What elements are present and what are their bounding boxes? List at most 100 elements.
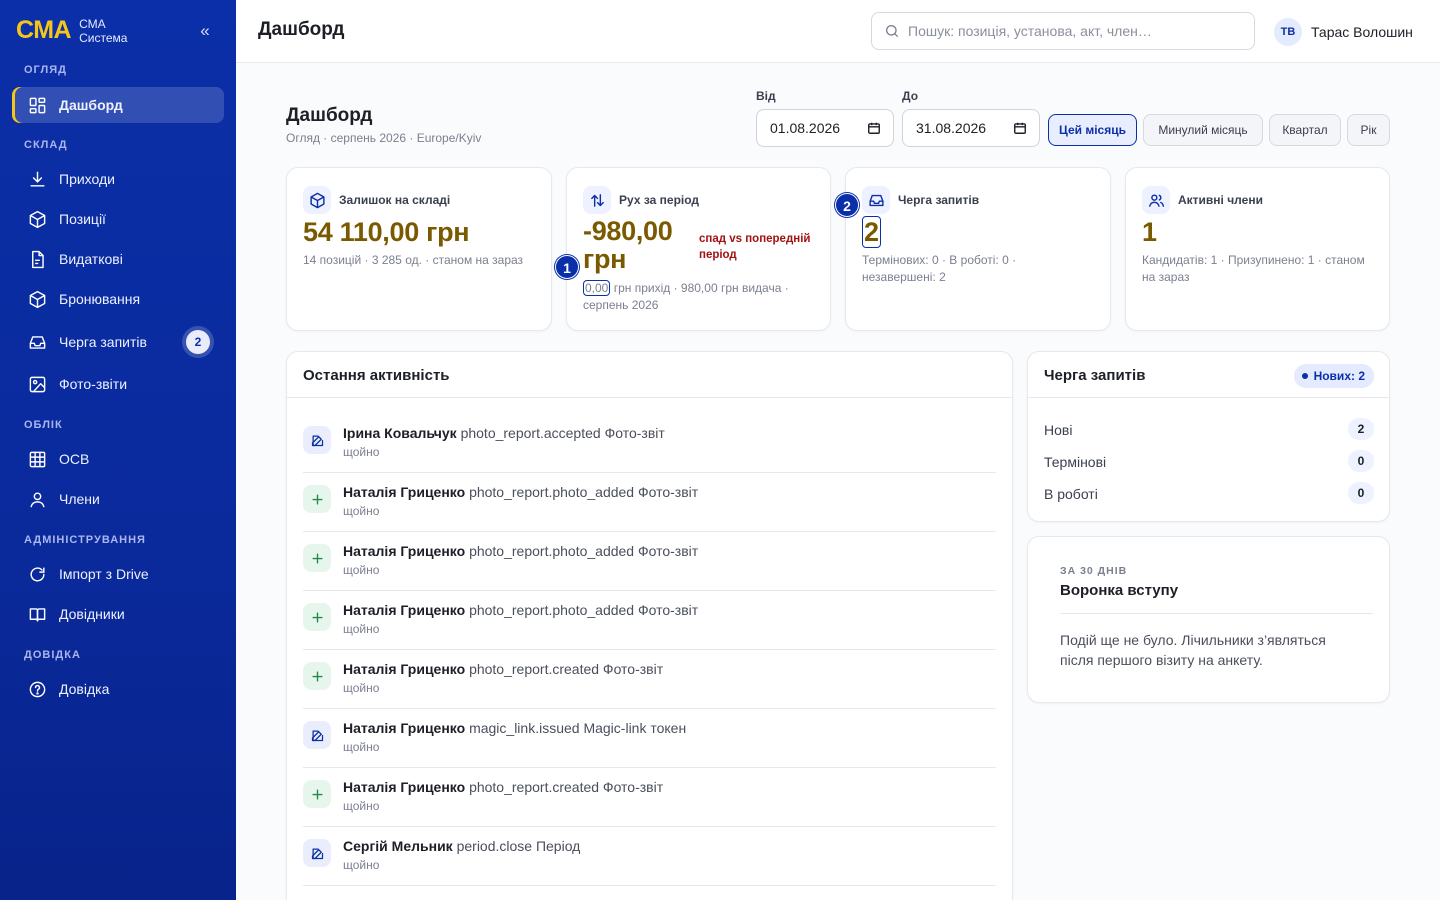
- sidebar-item-expenses[interactable]: Видаткові: [12, 241, 224, 277]
- plus-icon[interactable]: [303, 485, 331, 513]
- activity-text: Наталія Гриценко photo_report.created Фо…: [343, 779, 663, 795]
- activity-row[interactable]: Наталія Гриценко photo_report.created Фо…: [303, 768, 996, 827]
- card-kicker: ЗА 30 ДНІВ: [1060, 565, 1128, 577]
- to-date-input[interactable]: 31.08.2026: [902, 109, 1040, 147]
- dashboard-icon: [29, 97, 46, 113]
- sidebar-item-label: Позиції: [59, 211, 106, 227]
- avatar: ТВ: [1274, 18, 1302, 46]
- highlighted-value: 2: [862, 216, 881, 248]
- activity-action: photo_report.photo_added Фото-звіт: [469, 602, 699, 618]
- kpi-value: 1: [1142, 217, 1157, 247]
- from-label: Від: [756, 89, 776, 103]
- divider: [1028, 397, 1390, 398]
- activity-row[interactable]: Наталія Гриценко magic_link.issued Magic…: [303, 709, 996, 768]
- edit-icon[interactable]: [303, 721, 331, 749]
- period-quarter-button[interactable]: Квартал: [1269, 114, 1341, 146]
- plus-icon[interactable]: [303, 544, 331, 572]
- kpi-value: -980,00 грн: [583, 216, 673, 274]
- activity-row[interactable]: Ірина Ковальчук photo_report.accepted Фо…: [303, 414, 996, 473]
- edit-icon[interactable]: [303, 426, 331, 454]
- annotation-marker-1: 1: [555, 255, 579, 279]
- activity-user: Наталія Гриценко: [343, 602, 466, 618]
- sidebar-item-positions[interactable]: Позиції: [12, 201, 224, 237]
- highlighted-value: 0,00: [583, 280, 611, 296]
- queue-row-urgent[interactable]: Термінові 0: [1044, 450, 1374, 474]
- sidebar-item-label: Черга запитів: [59, 334, 147, 350]
- sidebar-item-label: Довідники: [59, 606, 125, 622]
- brand[interactable]: СМА СМА Система: [16, 16, 127, 45]
- document-icon: [32, 250, 44, 268]
- activity-row[interactable]: Сергій Мельник period.close Період щойно: [303, 827, 996, 886]
- section-label-help: ДОВІДКА: [24, 649, 81, 661]
- sidebar-item-label: Імпорт з Drive: [59, 566, 149, 582]
- sidebar-item-label: Дашборд: [59, 97, 123, 113]
- period-this-month-button[interactable]: Цей місяць: [1048, 114, 1137, 146]
- sidebar-item-label: Довідка: [59, 681, 110, 697]
- activity-row[interactable]: Наталія Гриценко photo_report.photo_adde…: [303, 473, 996, 532]
- empty-state-text: Подій ще не було. Лічильники з’являться …: [1060, 632, 1326, 668]
- kpi-label: Рух за період: [619, 193, 700, 207]
- new-requests-badge[interactable]: Нових: 2: [1293, 364, 1374, 388]
- sidebar-item-receipts[interactable]: Приходи: [12, 161, 224, 197]
- activity-user: Наталія Гриценко: [343, 484, 466, 500]
- section-label-warehouse: СКЛАД: [24, 139, 68, 151]
- collapse-sidebar-button[interactable]: «: [196, 22, 214, 42]
- search-icon: [886, 25, 898, 37]
- topbar: Дашборд ТВ Тарас Волошин: [236, 0, 1440, 63]
- queue-row-in-progress[interactable]: В роботі 0: [1044, 482, 1374, 506]
- kpi-card-request-queue[interactable]: Черга запитів 2 Термінових: 0 · В роботі…: [845, 167, 1111, 331]
- activity-text: Наталія Гриценко photo_report.created Фо…: [343, 661, 663, 677]
- sidebar-item-drive-import[interactable]: Імпорт з Drive: [12, 556, 224, 592]
- section-label-accounting: ОБЛІК: [24, 419, 63, 431]
- from-date-input[interactable]: 01.08.2026: [756, 109, 894, 147]
- kpi-subtext: 0,00 грн прихід · 980,00 грн видача · се…: [583, 280, 789, 312]
- plus-icon[interactable]: [303, 603, 331, 631]
- user-name: Тарас Волошин: [1311, 24, 1413, 40]
- activity-row[interactable]: Наталія Гриценко photo_report.photo_adde…: [303, 532, 996, 591]
- activity-time: щойно: [343, 799, 380, 813]
- card-title: Воронка вступу: [1060, 582, 1179, 599]
- activity-text: Сергій Мельник period.close Період: [343, 838, 580, 854]
- plus-icon[interactable]: [303, 662, 331, 690]
- kpi-card-movement[interactable]: Рух за період -980,00 грн спад vs попере…: [566, 167, 831, 331]
- edit-icon[interactable]: [303, 839, 331, 867]
- activity-row[interactable]: Наталія Гриценко photo_report.photo_adde…: [303, 591, 996, 650]
- sidebar-item-photo-reports[interactable]: Фото-звіти: [12, 366, 224, 402]
- sidebar-item-request-queue[interactable]: Черга запитів 2: [12, 324, 224, 360]
- kpi-subtext: 14 позицій · 3 285 од. · станом на зараз: [303, 253, 524, 267]
- user-menu[interactable]: ТВ Тарас Волошин: [1274, 18, 1413, 46]
- queue-count: 0: [1348, 450, 1374, 472]
- sidebar-item-label: ОСВ: [59, 451, 90, 467]
- activity-action: photo_report.photo_added Фото-звіт: [469, 484, 699, 500]
- queue-row-new[interactable]: Нові 2: [1044, 418, 1374, 442]
- kpi-subtext: Термінових: 0 · В роботі: 0 · незавершен…: [862, 253, 1017, 284]
- divider: [1060, 613, 1373, 614]
- activity-text: Наталія Гриценко photo_report.photo_adde…: [343, 543, 698, 559]
- card-title: Черга запитів: [1044, 367, 1146, 384]
- activity-user: Наталія Гриценко: [343, 543, 466, 559]
- sidebar-item-reservations[interactable]: Бронювання: [12, 281, 224, 317]
- section-label-overview: ОГЛЯД: [24, 64, 67, 76]
- box-icon: [29, 290, 46, 308]
- users-icon: [1148, 193, 1164, 207]
- brand-line2: Система: [79, 30, 128, 45]
- kpi-card-active-members[interactable]: Активні члени 1 Кандидатів: 1 · Призупин…: [1125, 167, 1390, 331]
- sidebar-item-dashboard[interactable]: Дашборд: [12, 87, 224, 123]
- sidebar-item-osv[interactable]: ОСВ: [12, 441, 224, 477]
- plus-icon[interactable]: [303, 780, 331, 808]
- activity-time: щойно: [343, 858, 380, 872]
- sidebar-item-help[interactable]: Довідка: [12, 671, 224, 707]
- sidebar-item-directories[interactable]: Довідники: [12, 596, 224, 632]
- activity-user: Наталія Гриценко: [343, 661, 466, 677]
- activity-row[interactable]: Наталія Гриценко photo_report.created Фо…: [303, 650, 996, 709]
- period-last-month-button[interactable]: Минулий місяць: [1143, 114, 1263, 146]
- from-date-value: 01.08.2026: [770, 120, 841, 136]
- period-year-button[interactable]: Рік: [1347, 114, 1390, 146]
- search-input[interactable]: [908, 23, 1238, 39]
- funnel-card: ЗА 30 ДНІВ Воронка вступу Подій ще не бу…: [1027, 536, 1390, 703]
- search-box[interactable]: [871, 12, 1255, 50]
- sidebar-item-label: Приходи: [59, 171, 115, 187]
- kpi-card-stock[interactable]: Залишок на складі 54 110,00 грн 14 позиц…: [286, 167, 552, 331]
- sidebar-item-members[interactable]: Члени: [12, 481, 224, 517]
- activity-user: Наталія Гриценко: [343, 779, 466, 795]
